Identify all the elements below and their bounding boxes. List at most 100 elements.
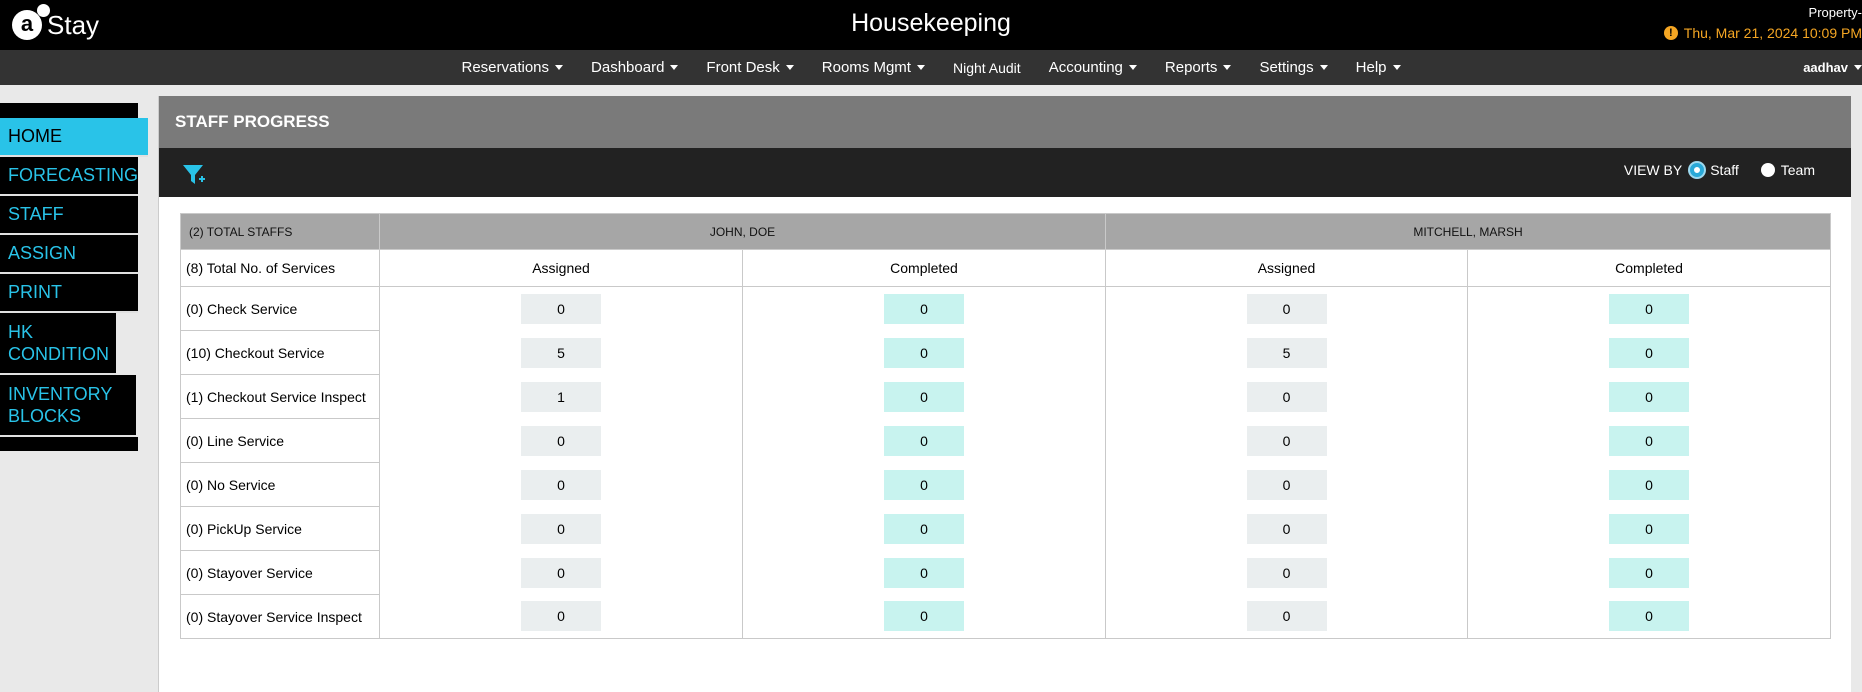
sidebar-item-print[interactable]: PRINT	[0, 274, 138, 313]
caret-down-icon	[1128, 65, 1137, 70]
completed-count[interactable]: 0	[1609, 513, 1689, 544]
warning-icon: !	[1663, 26, 1678, 40]
completed-count[interactable]: 0	[1609, 381, 1689, 412]
completed-count[interactable]: 0	[1609, 557, 1689, 588]
value-cell: 0	[379, 418, 743, 463]
completed-count[interactable]: 0	[1609, 337, 1689, 368]
staff-progress-table: (2) TOTAL STAFFS JOHN, DOE MITCHELL, MAR…	[180, 213, 1832, 639]
completed-count[interactable]: 0	[1609, 293, 1689, 324]
assigned-count[interactable]: 5	[1246, 337, 1327, 368]
assigned-count[interactable]: 0	[1246, 557, 1327, 588]
sidebar-item-staff[interactable]: STAFF	[0, 196, 138, 235]
value-cell: 0	[1466, 506, 1832, 551]
assigned-count[interactable]: 0	[521, 425, 601, 456]
menu-label: Front Desk	[706, 59, 780, 76]
completed-count[interactable]: 0	[884, 513, 964, 544]
sidebar-bottom-cap	[0, 437, 138, 451]
completed-count[interactable]: 0	[1609, 601, 1689, 632]
menu-front-desk[interactable]: Front Desk	[692, 59, 807, 76]
table-row: (0) Line Service 0 0 0 0	[180, 418, 1832, 463]
assigned-count[interactable]: 0	[1246, 293, 1327, 324]
service-rows: (0) Check Service 0 0 0 0 (10) Checkout Servi…	[180, 286, 1832, 639]
menu-label: Reservations	[461, 59, 550, 76]
completed-count[interactable]: 0	[1609, 469, 1689, 500]
sidebar-item-home[interactable]: HOME	[0, 118, 148, 157]
assigned-count[interactable]: 0	[1246, 513, 1327, 544]
menu-rooms-mgmt[interactable]: Rooms Mgmt	[808, 59, 939, 76]
assigned-count[interactable]: 0	[521, 557, 601, 588]
value-cell: 0	[1466, 462, 1832, 507]
menu-help[interactable]: Help	[1342, 59, 1415, 76]
user-menu[interactable]: aadhav	[1803, 60, 1862, 75]
completed-count[interactable]: 0	[1609, 425, 1689, 456]
radio-staff[interactable]	[1690, 163, 1705, 177]
completed-count[interactable]: 0	[884, 469, 964, 500]
menu-dashboard[interactable]: Dashboard	[577, 59, 692, 76]
assigned-header: Assigned	[1105, 249, 1468, 287]
table-row: (0) Stayover Service 0 0 0 0	[180, 550, 1832, 595]
caret-down-icon	[555, 65, 564, 70]
completed-count[interactable]: 0	[884, 381, 964, 412]
completed-count[interactable]: 0	[884, 293, 964, 324]
caret-down-icon	[1223, 65, 1232, 70]
panel-toolbar: VIEW BY Staff Team	[159, 148, 1851, 197]
menu-night-audit[interactable]: Night Audit	[939, 60, 1035, 76]
completed-count[interactable]: 0	[884, 337, 964, 368]
completed-count[interactable]: 0	[884, 557, 964, 588]
completed-count[interactable]: 0	[884, 425, 964, 456]
table-row: (0) No Service 0 0 0 0	[180, 462, 1832, 507]
assigned-count[interactable]: 1	[521, 381, 601, 412]
menu-label: Help	[1355, 59, 1387, 76]
assigned-count[interactable]: 0	[521, 601, 601, 632]
value-cell: 0	[379, 462, 743, 507]
table-row: (0) PickUp Service 0 0 0 0	[180, 506, 1832, 551]
sidebar-item-assign[interactable]: ASSIGN	[0, 235, 138, 274]
service-name: (10) Checkout Service	[180, 330, 380, 375]
staff-header: JOHN, DOE	[379, 213, 1106, 250]
menu-label: Rooms Mgmt	[821, 59, 911, 76]
table-row: (0) Stayover Service Inspect 0 0 0 0	[180, 594, 1832, 639]
service-name: (0) Line Service	[180, 418, 380, 463]
assigned-count[interactable]: 0	[521, 513, 601, 544]
service-name: (0) No Service	[180, 462, 380, 507]
property-name[interactable]: Property-	[1809, 5, 1862, 20]
value-cell: 0	[742, 286, 1106, 331]
assigned-count[interactable]: 0	[1246, 601, 1327, 632]
menu-label: Accounting	[1048, 59, 1123, 76]
view-by-label: VIEW BY	[1623, 162, 1683, 178]
view-by-group: VIEW BY Staff Team	[1624, 162, 1815, 178]
assigned-count[interactable]: 0	[521, 469, 601, 500]
radio-staff-label[interactable]: Staff	[1710, 162, 1739, 178]
assigned-count[interactable]: 0	[1246, 425, 1327, 456]
caret-down-icon	[670, 65, 679, 70]
service-name: (0) Check Service	[180, 286, 380, 331]
menu-reservations[interactable]: Reservations	[447, 59, 577, 76]
page-title: Housekeeping	[851, 9, 1011, 37]
menu-reports[interactable]: Reports	[1151, 59, 1246, 76]
value-cell: 0	[742, 550, 1106, 595]
sidebar-item-hk-condition[interactable]: HK CONDITION	[0, 313, 116, 375]
assigned-count[interactable]: 0	[521, 293, 601, 324]
sidebar-item-forecasting[interactable]: FORECASTING	[0, 157, 138, 196]
radio-team[interactable]	[1760, 163, 1775, 177]
datetime-text: Thu, Mar 21, 2024 10:09 PM	[1683, 25, 1862, 41]
top-bar: a Stay Housekeeping Property- ! Thu, Mar…	[0, 0, 1862, 50]
value-cell: 0	[1105, 286, 1468, 331]
caret-down-icon	[785, 65, 794, 70]
filter-icon[interactable]	[181, 162, 207, 188]
assigned-count[interactable]: 0	[1246, 381, 1327, 412]
radio-team-label[interactable]: Team	[1781, 162, 1815, 178]
menu-settings[interactable]: Settings	[1245, 59, 1341, 76]
panel-title: STAFF PROGRESS	[159, 96, 1851, 148]
main-menu-bar: Reservations Dashboard Front Desk Rooms …	[0, 50, 1862, 85]
value-cell: 0	[742, 594, 1106, 639]
assigned-count[interactable]: 5	[521, 337, 601, 368]
value-cell: 0	[742, 462, 1106, 507]
completed-count[interactable]: 0	[884, 601, 964, 632]
menu-accounting[interactable]: Accounting	[1035, 59, 1151, 76]
sidebar-item-inventory-blocks[interactable]: INVENTORY BLOCKS	[0, 375, 136, 437]
total-services-label: (8) Total No. of Services	[180, 249, 380, 287]
caret-down-icon	[916, 65, 925, 70]
assigned-count[interactable]: 0	[1246, 469, 1327, 500]
service-name: (0) PickUp Service	[180, 506, 380, 551]
